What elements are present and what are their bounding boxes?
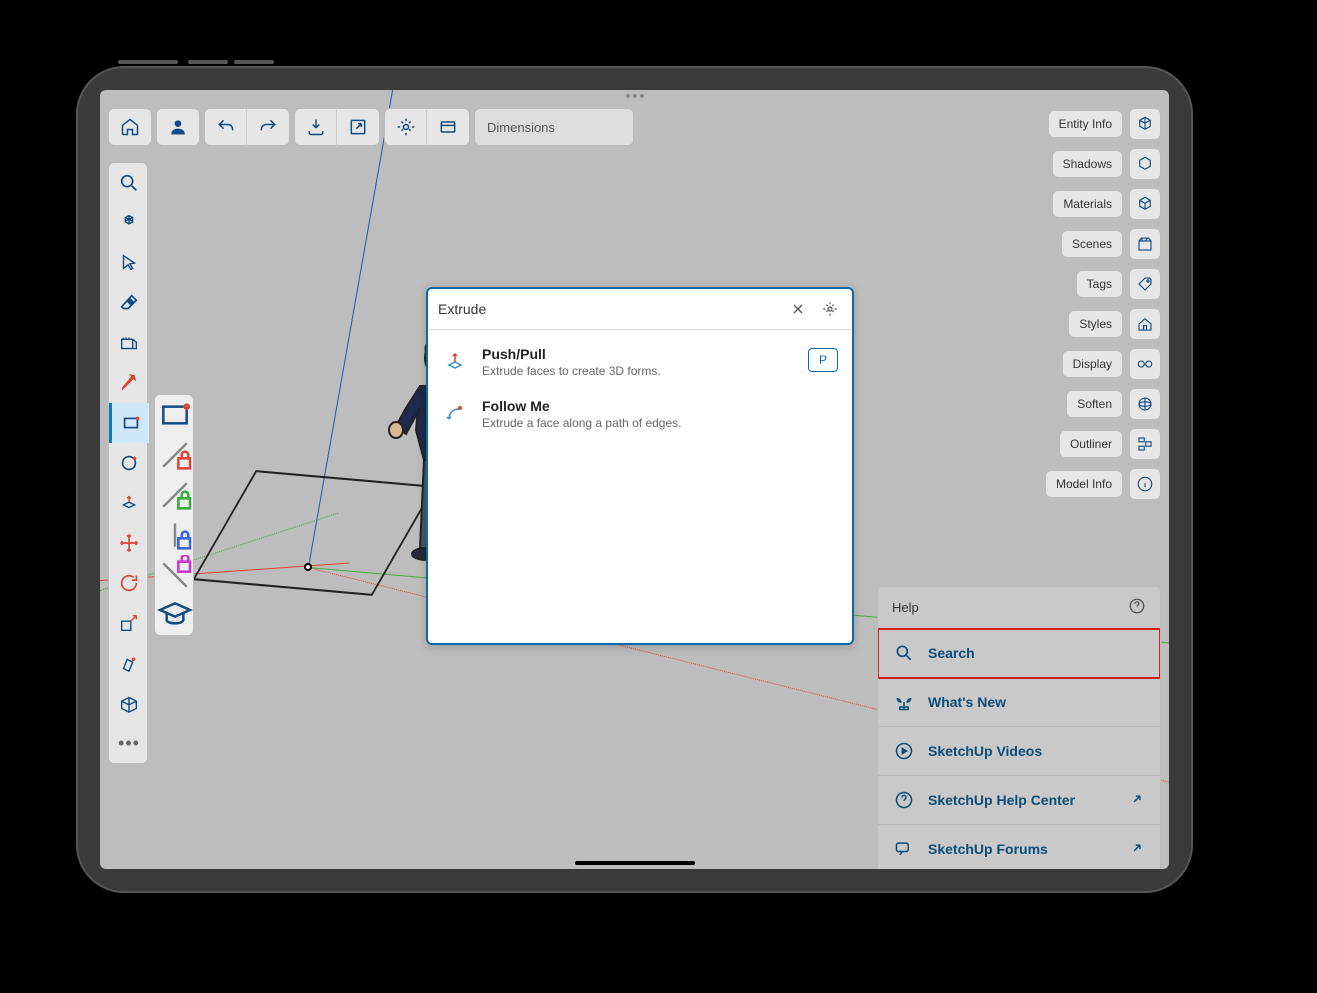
tags-icon[interactable] bbox=[1129, 268, 1161, 300]
entity-info-icon[interactable] bbox=[1129, 108, 1161, 140]
orbit-tool[interactable] bbox=[109, 203, 149, 243]
search-tool[interactable] bbox=[109, 163, 149, 203]
save-button[interactable] bbox=[427, 108, 469, 146]
rectangle-submode-1[interactable] bbox=[155, 395, 195, 435]
panel-tab-entity-info[interactable]: Entity Info bbox=[1048, 110, 1123, 138]
search-dialog: Push/Pull Extrude faces to create 3D for… bbox=[426, 287, 854, 645]
search-result-pushpull[interactable]: Push/Pull Extrude faces to create 3D for… bbox=[428, 336, 852, 388]
left-toolbar: ••• bbox=[108, 162, 148, 764]
view-tool[interactable] bbox=[109, 683, 149, 723]
rotate-tool[interactable] bbox=[109, 563, 149, 603]
help-icon bbox=[894, 790, 914, 810]
scenes-icon[interactable] bbox=[1129, 228, 1161, 260]
external-link-icon bbox=[1130, 792, 1144, 809]
result-title: Follow Me bbox=[482, 398, 838, 414]
eraser-tool[interactable] bbox=[109, 283, 149, 323]
shadows-icon[interactable] bbox=[1129, 148, 1161, 180]
export-button[interactable] bbox=[337, 108, 379, 146]
import-button[interactable] bbox=[295, 108, 337, 146]
origin-point bbox=[304, 563, 312, 571]
rectangle-lock-magenta[interactable] bbox=[155, 555, 195, 595]
tape-tool[interactable] bbox=[109, 323, 149, 363]
materials-icon[interactable] bbox=[1129, 188, 1161, 220]
undo-button[interactable] bbox=[205, 108, 247, 146]
panel-tab-display[interactable]: Display bbox=[1062, 350, 1123, 378]
rectangle-sub-toolbar bbox=[154, 394, 194, 636]
rectangle-lock-green[interactable] bbox=[155, 475, 195, 515]
panel-tab-styles[interactable]: Styles bbox=[1068, 310, 1123, 338]
line-tool[interactable] bbox=[109, 363, 149, 403]
display-icon[interactable] bbox=[1129, 348, 1161, 380]
styles-icon[interactable] bbox=[1129, 308, 1161, 340]
result-desc: Extrude a face along a path of edges. bbox=[482, 416, 838, 430]
search-input[interactable] bbox=[438, 301, 778, 317]
move-tool[interactable] bbox=[109, 523, 149, 563]
pushpull-tool[interactable] bbox=[109, 483, 149, 523]
followme-icon bbox=[442, 400, 468, 426]
search-icon bbox=[894, 643, 914, 663]
result-desc: Extrude faces to create 3D forms. bbox=[482, 364, 794, 378]
search-result-followme[interactable]: Follow Me Extrude a face along a path of… bbox=[428, 388, 852, 440]
close-icon[interactable] bbox=[786, 297, 810, 321]
help-icon[interactable] bbox=[1128, 597, 1146, 618]
shortcut-badge: P bbox=[808, 348, 838, 372]
help-title: Help bbox=[892, 600, 919, 615]
external-link-icon bbox=[1130, 841, 1144, 858]
play-icon bbox=[894, 741, 914, 761]
redo-button[interactable] bbox=[247, 108, 289, 146]
panel-tab-materials[interactable]: Materials bbox=[1052, 190, 1123, 218]
pushpull-icon bbox=[442, 348, 468, 374]
panel-tab-tags[interactable]: Tags bbox=[1076, 270, 1123, 298]
rectangle-tool[interactable] bbox=[109, 403, 149, 443]
select-tool[interactable] bbox=[109, 243, 149, 283]
rectangle-lock-red[interactable] bbox=[155, 435, 195, 475]
dimensions-input[interactable]: Dimensions bbox=[474, 108, 634, 146]
dimensions-placeholder: Dimensions bbox=[487, 120, 555, 135]
top-toolbar: Dimensions bbox=[108, 108, 634, 146]
help-panel: Help Search What's New SketchUp Videos S… bbox=[877, 586, 1161, 869]
home-button[interactable] bbox=[109, 108, 151, 146]
help-item-videos[interactable]: SketchUp Videos bbox=[878, 727, 1160, 776]
scale-tool[interactable] bbox=[109, 603, 149, 643]
model-info-icon[interactable] bbox=[1129, 468, 1161, 500]
gear-icon[interactable] bbox=[818, 297, 842, 321]
help-item-search[interactable]: Search bbox=[878, 629, 1160, 678]
more-tools-button[interactable]: ••• bbox=[109, 723, 149, 763]
panel-tab-model-info[interactable]: Model Info bbox=[1045, 470, 1123, 498]
panel-tab-outliner[interactable]: Outliner bbox=[1059, 430, 1123, 458]
help-item-helpcenter[interactable]: SketchUp Help Center bbox=[878, 776, 1160, 825]
panel-tab-scenes[interactable]: Scenes bbox=[1061, 230, 1123, 258]
help-item-forums[interactable]: SketchUp Forums bbox=[878, 825, 1160, 869]
rectangle-lock-blue[interactable] bbox=[155, 515, 195, 555]
panel-tab-soften[interactable]: Soften bbox=[1066, 390, 1123, 418]
app-viewport: Dimensions ••• Entity Info Shadows Mater… bbox=[100, 90, 1169, 869]
help-item-whatsnew[interactable]: What's New bbox=[878, 678, 1160, 727]
circle-tool[interactable] bbox=[109, 443, 149, 483]
tablet-frame: Dimensions ••• Entity Info Shadows Mater… bbox=[78, 68, 1191, 891]
panel-tab-shadows[interactable]: Shadows bbox=[1052, 150, 1123, 178]
home-indicator[interactable] bbox=[575, 861, 695, 865]
plant-icon bbox=[894, 692, 914, 712]
result-title: Push/Pull bbox=[482, 346, 794, 362]
outliner-icon[interactable] bbox=[1129, 428, 1161, 460]
right-panel-tabs: Entity Info Shadows Materials Scenes Tag… bbox=[1045, 108, 1161, 500]
tutorial-tool[interactable] bbox=[155, 595, 195, 635]
user-button[interactable] bbox=[157, 108, 199, 146]
settings-button[interactable] bbox=[385, 108, 427, 146]
paint-tool[interactable] bbox=[109, 643, 149, 683]
forum-icon bbox=[894, 839, 914, 859]
soften-icon[interactable] bbox=[1129, 388, 1161, 420]
